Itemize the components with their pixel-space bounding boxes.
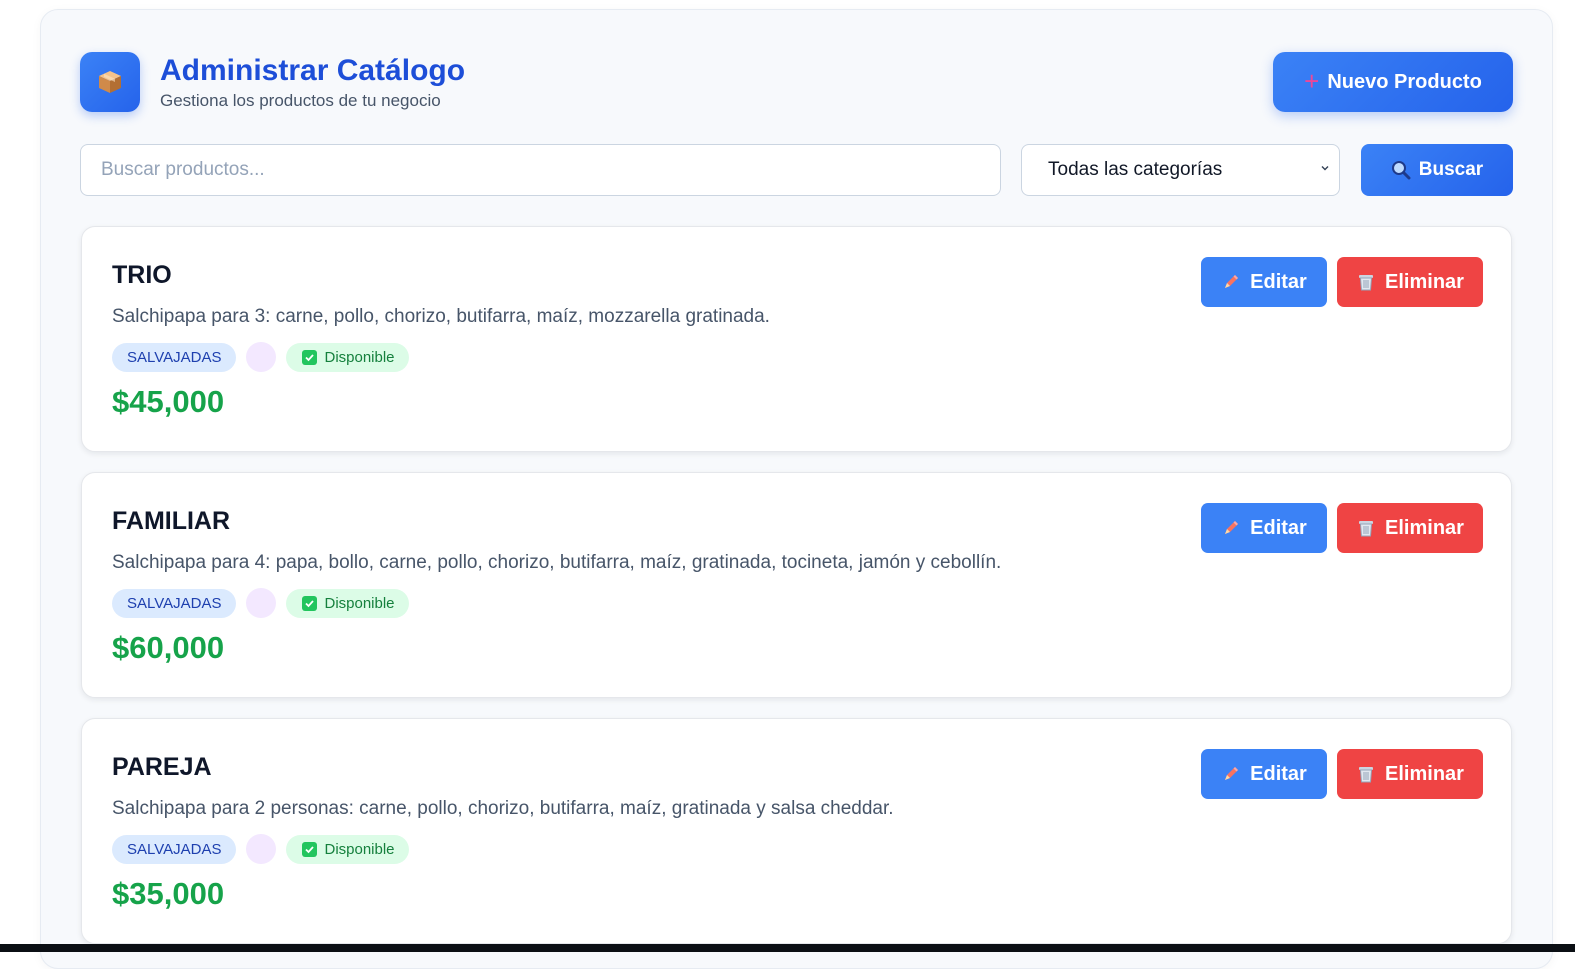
window-bottom-edge (0, 944, 1575, 952)
delete-button[interactable]: Eliminar (1337, 749, 1483, 799)
edit-label: Editar (1250, 762, 1307, 785)
trash-icon (1359, 521, 1374, 537)
empty-badge (246, 588, 277, 618)
pencil-icon (1225, 521, 1239, 534)
product-card: TRIO Salchipapa para 3: carne, pollo, ch… (81, 226, 1512, 452)
check-icon (302, 349, 318, 365)
search-button-label: Buscar (1418, 159, 1484, 180)
category-badge: SALVAJADAS (112, 342, 237, 372)
delete-button[interactable]: Eliminar (1337, 257, 1483, 307)
status-badge: Disponible (286, 588, 409, 618)
product-price: $35,000 (112, 876, 225, 911)
edit-label: Editar (1250, 270, 1307, 293)
pencil-icon (1225, 275, 1239, 288)
check-icon (302, 595, 318, 611)
search-bar: Todas las categorías Buscar (80, 144, 1513, 196)
status-label: Disponible (324, 840, 395, 858)
status-label: Disponible (324, 348, 395, 366)
product-card: FAMILIAR Salchipapa para 4: papa, bollo,… (81, 472, 1512, 698)
page-title: Administrar Catálogo (160, 54, 466, 87)
status-label: Disponible (324, 594, 395, 612)
plus-icon: + (1304, 66, 1320, 96)
empty-badge (246, 342, 277, 372)
delete-label: Eliminar (1385, 270, 1464, 293)
page-header: Administrar Catálogo Gestiona los produc… (80, 52, 1513, 114)
status-badge: Disponible (286, 342, 409, 372)
product-name: PAREJA (112, 753, 212, 781)
edit-label: Editar (1250, 516, 1307, 539)
pencil-icon (1225, 767, 1239, 780)
category-badge: SALVAJADAS (112, 588, 237, 618)
status-badge: Disponible (286, 834, 409, 864)
category-select-value: Todas las categorías (1048, 159, 1223, 180)
new-product-label: Nuevo Producto (1327, 70, 1482, 93)
magnifier-icon (1391, 161, 1411, 180)
product-price: $45,000 (112, 384, 225, 419)
product-description: Salchipapa para 3: carne, pollo, chorizo… (112, 306, 770, 327)
delete-label: Eliminar (1385, 516, 1464, 539)
product-name: FAMILIAR (112, 507, 231, 535)
product-description: Salchipapa para 2 personas: carne, pollo… (112, 798, 894, 819)
product-card: PAREJA Salchipapa para 2 personas: carne… (81, 718, 1512, 944)
category-select[interactable]: Todas las categorías (1021, 144, 1340, 196)
new-product-button[interactable]: + Nuevo Producto (1273, 52, 1513, 112)
trash-icon (1359, 767, 1374, 783)
delete-button[interactable]: Eliminar (1337, 503, 1483, 553)
product-description: Salchipapa para 4: papa, bollo, carne, p… (112, 552, 1002, 573)
edit-button[interactable]: Editar (1201, 503, 1327, 553)
chevron-down-icon (1321, 166, 1329, 171)
product-tags: SALVAJADAS Disponible (112, 342, 409, 372)
product-name: TRIO (112, 261, 172, 289)
product-price: $60,000 (112, 630, 225, 665)
trash-icon (1359, 275, 1374, 291)
delete-label: Eliminar (1385, 762, 1464, 785)
category-badge: SALVAJADAS (112, 834, 237, 864)
product-tags: SALVAJADAS Disponible (112, 834, 409, 864)
search-input[interactable] (80, 144, 1001, 196)
package-box-icon (80, 52, 140, 112)
product-tags: SALVAJADAS Disponible (112, 588, 409, 618)
edit-button[interactable]: Editar (1201, 257, 1327, 307)
edit-button[interactable]: Editar (1201, 749, 1327, 799)
check-icon (302, 841, 318, 857)
page-subtitle: Gestiona los productos de tu negocio (160, 91, 441, 110)
empty-badge (246, 834, 277, 864)
search-button[interactable]: Buscar (1361, 144, 1513, 196)
